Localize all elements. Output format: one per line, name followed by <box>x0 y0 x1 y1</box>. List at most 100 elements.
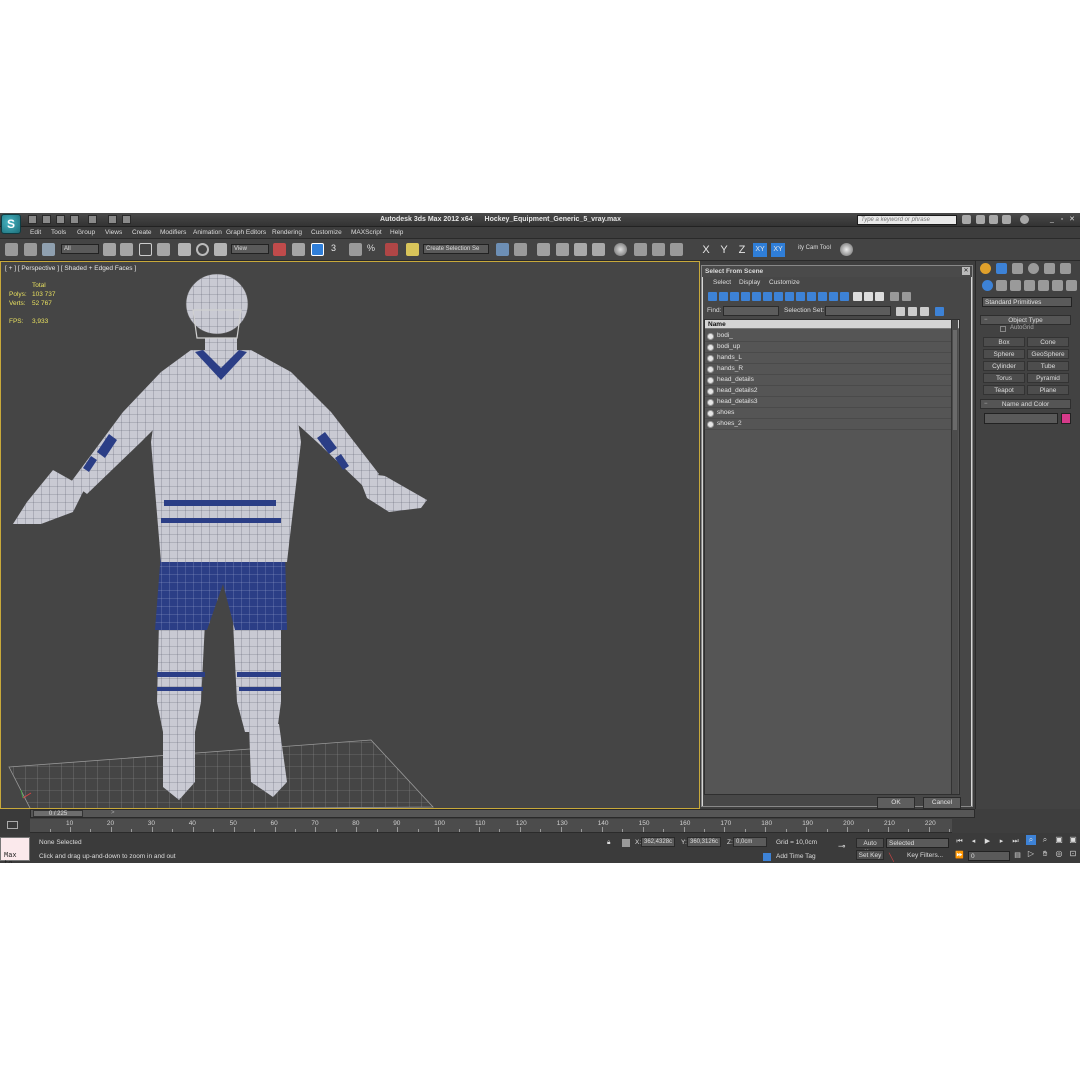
object-name-input[interactable] <box>984 413 1058 424</box>
list-item[interactable]: hands_L <box>705 353 957 364</box>
keyboard-shortcut-icon[interactable] <box>311 243 324 256</box>
edit-named-selection-icon[interactable] <box>406 243 419 256</box>
key-filters-button[interactable]: Key Filters... <box>907 852 943 859</box>
key-mode-toggle-icon[interactable]: ⏩ <box>955 851 964 860</box>
select-all-icon[interactable] <box>896 307 905 316</box>
x-coord-field[interactable]: 362,4328c <box>641 837 675 847</box>
display-shapes-icon[interactable] <box>719 292 728 301</box>
time-slider-thumb[interactable]: 0 / 225 <box>33 810 83 817</box>
spacewarps-category-icon[interactable] <box>1052 280 1063 291</box>
reference-coord-dropdown[interactable]: View <box>231 244 269 254</box>
object-color-swatch[interactable] <box>1061 413 1071 424</box>
helpers-category-icon[interactable] <box>1038 280 1049 291</box>
primitive-category-dropdown[interactable]: Standard Primitives <box>982 297 1072 307</box>
teapot-button[interactable]: Teapot <box>983 385 1025 395</box>
y-coord-field[interactable]: 360,3126c <box>687 837 721 847</box>
menu-rendering[interactable]: Rendering <box>272 229 302 236</box>
menu-help[interactable]: Help <box>390 229 403 236</box>
pivot-center-icon[interactable] <box>273 243 286 256</box>
maximize-icon[interactable]: ▫ <box>1059 215 1065 224</box>
rotate-icon[interactable] <box>196 243 209 256</box>
box-button[interactable]: Box <box>983 337 1025 347</box>
menu-edit[interactable]: Edit <box>30 229 41 236</box>
axis-xy-plane-button[interactable]: XY <box>771 243 785 257</box>
window-crossing-icon[interactable] <box>157 243 170 256</box>
select-by-name-icon[interactable] <box>120 243 133 256</box>
sync-selection-icon[interactable] <box>875 292 884 301</box>
schematic-view-icon[interactable] <box>592 243 605 256</box>
filter-options-icon[interactable] <box>902 292 911 301</box>
create-tab-icon[interactable] <box>980 263 991 274</box>
current-frame-field[interactable]: 0 <box>968 851 1010 861</box>
select-none-icon[interactable] <box>908 307 917 316</box>
rectangular-selection-icon[interactable] <box>139 243 152 256</box>
display-none-icon[interactable] <box>853 292 862 301</box>
key-icon[interactable] <box>976 215 985 224</box>
geometry-category-icon[interactable] <box>982 280 993 291</box>
mini-curve-editor-icon[interactable] <box>7 821 18 829</box>
menu-views[interactable]: Views <box>105 229 122 236</box>
cam-tool-dropdown[interactable]: ity Cam Tool <box>796 244 836 254</box>
lights-category-icon[interactable] <box>1010 280 1021 291</box>
display-tab-icon[interactable] <box>1044 263 1055 274</box>
absolute-mode-icon[interactable] <box>622 839 630 847</box>
curve-editor-icon[interactable] <box>574 243 587 256</box>
render-setup-icon[interactable] <box>634 243 647 256</box>
hierarchy-tab-icon[interactable] <box>1012 263 1023 274</box>
dialog-title[interactable]: Select From Scene <box>702 266 972 277</box>
link-icon[interactable] <box>5 243 18 256</box>
communication-icon[interactable] <box>989 215 998 224</box>
modify-tab-icon[interactable] <box>996 263 1007 274</box>
scale-icon[interactable] <box>214 243 227 256</box>
display-groups-icon[interactable] <box>774 292 783 301</box>
key-icon[interactable]: ⊸ <box>838 841 846 852</box>
select-object-icon[interactable] <box>103 243 116 256</box>
display-helpers-icon[interactable] <box>752 292 761 301</box>
menu-animation[interactable]: Animation <box>193 229 222 236</box>
cancel-button[interactable]: Cancel <box>923 797 961 809</box>
track-bar[interactable]: 10 20 30 40 50 60 70 80 90 100 110 120 130 140 150 160 1… <box>30 819 952 833</box>
menu-customize[interactable]: Customize <box>311 229 342 236</box>
shapes-category-icon[interactable] <box>996 280 1007 291</box>
cylinder-button[interactable]: Cylinder <box>983 361 1025 371</box>
select-invert-icon[interactable] <box>920 307 929 316</box>
zoom-icon[interactable]: ⌕ <box>1026 835 1036 845</box>
previous-frame-icon[interactable]: ◂ <box>969 837 978 846</box>
dialog-menu-display[interactable]: Display <box>739 279 760 286</box>
menu-maxscript[interactable]: MAXScript <box>351 229 382 236</box>
time-configuration-icon[interactable]: ▤ <box>1013 851 1022 860</box>
menu-modifiers[interactable]: Modifiers <box>160 229 186 236</box>
selection-set-dropdown[interactable] <box>825 306 891 316</box>
dialog-menu-customize[interactable]: Customize <box>769 279 800 286</box>
list-item[interactable]: bodi_ <box>705 331 957 342</box>
find-input[interactable] <box>723 306 779 316</box>
ok-button[interactable]: OK <box>877 797 915 809</box>
list-item[interactable]: head_details <box>705 375 957 386</box>
zoom-extents-icon[interactable]: ▣ <box>1054 835 1064 845</box>
pyramid-button[interactable]: Pyramid <box>1027 373 1069 383</box>
align-icon[interactable] <box>514 243 527 256</box>
undo-icon[interactable] <box>70 215 79 224</box>
display-all-icon[interactable] <box>840 292 849 301</box>
help-search-input[interactable]: Type a keyword or phrase <box>857 215 957 225</box>
star-icon[interactable] <box>1002 215 1011 224</box>
maxscript-listener[interactable]: Max to <box>0 837 30 863</box>
systems-category-icon[interactable] <box>1066 280 1077 291</box>
lock-icon[interactable]: 🔒︎ <box>607 839 610 847</box>
new-file-icon[interactable] <box>28 215 37 224</box>
mirror-icon[interactable] <box>496 243 509 256</box>
angle-snap-icon[interactable] <box>349 243 362 256</box>
menu-tools[interactable]: Tools <box>51 229 66 236</box>
menu-create[interactable]: Create <box>132 229 152 236</box>
list-item[interactable]: shoes_2 <box>705 419 957 430</box>
app-logo-icon[interactable]: S <box>1 214 21 234</box>
spinner-snap-icon[interactable] <box>385 243 398 256</box>
axis-y-button[interactable]: Y <box>717 243 731 257</box>
next-frame-icon[interactable]: > <box>111 810 115 816</box>
torus-button[interactable]: Torus <box>983 373 1025 383</box>
plane-button[interactable]: Plane <box>1027 385 1069 395</box>
display-bones-icon[interactable] <box>796 292 805 301</box>
display-frozen-icon[interactable] <box>818 292 827 301</box>
project-folder-icon[interactable] <box>108 215 117 224</box>
pan-icon[interactable]: ✋︎ <box>1040 849 1050 859</box>
